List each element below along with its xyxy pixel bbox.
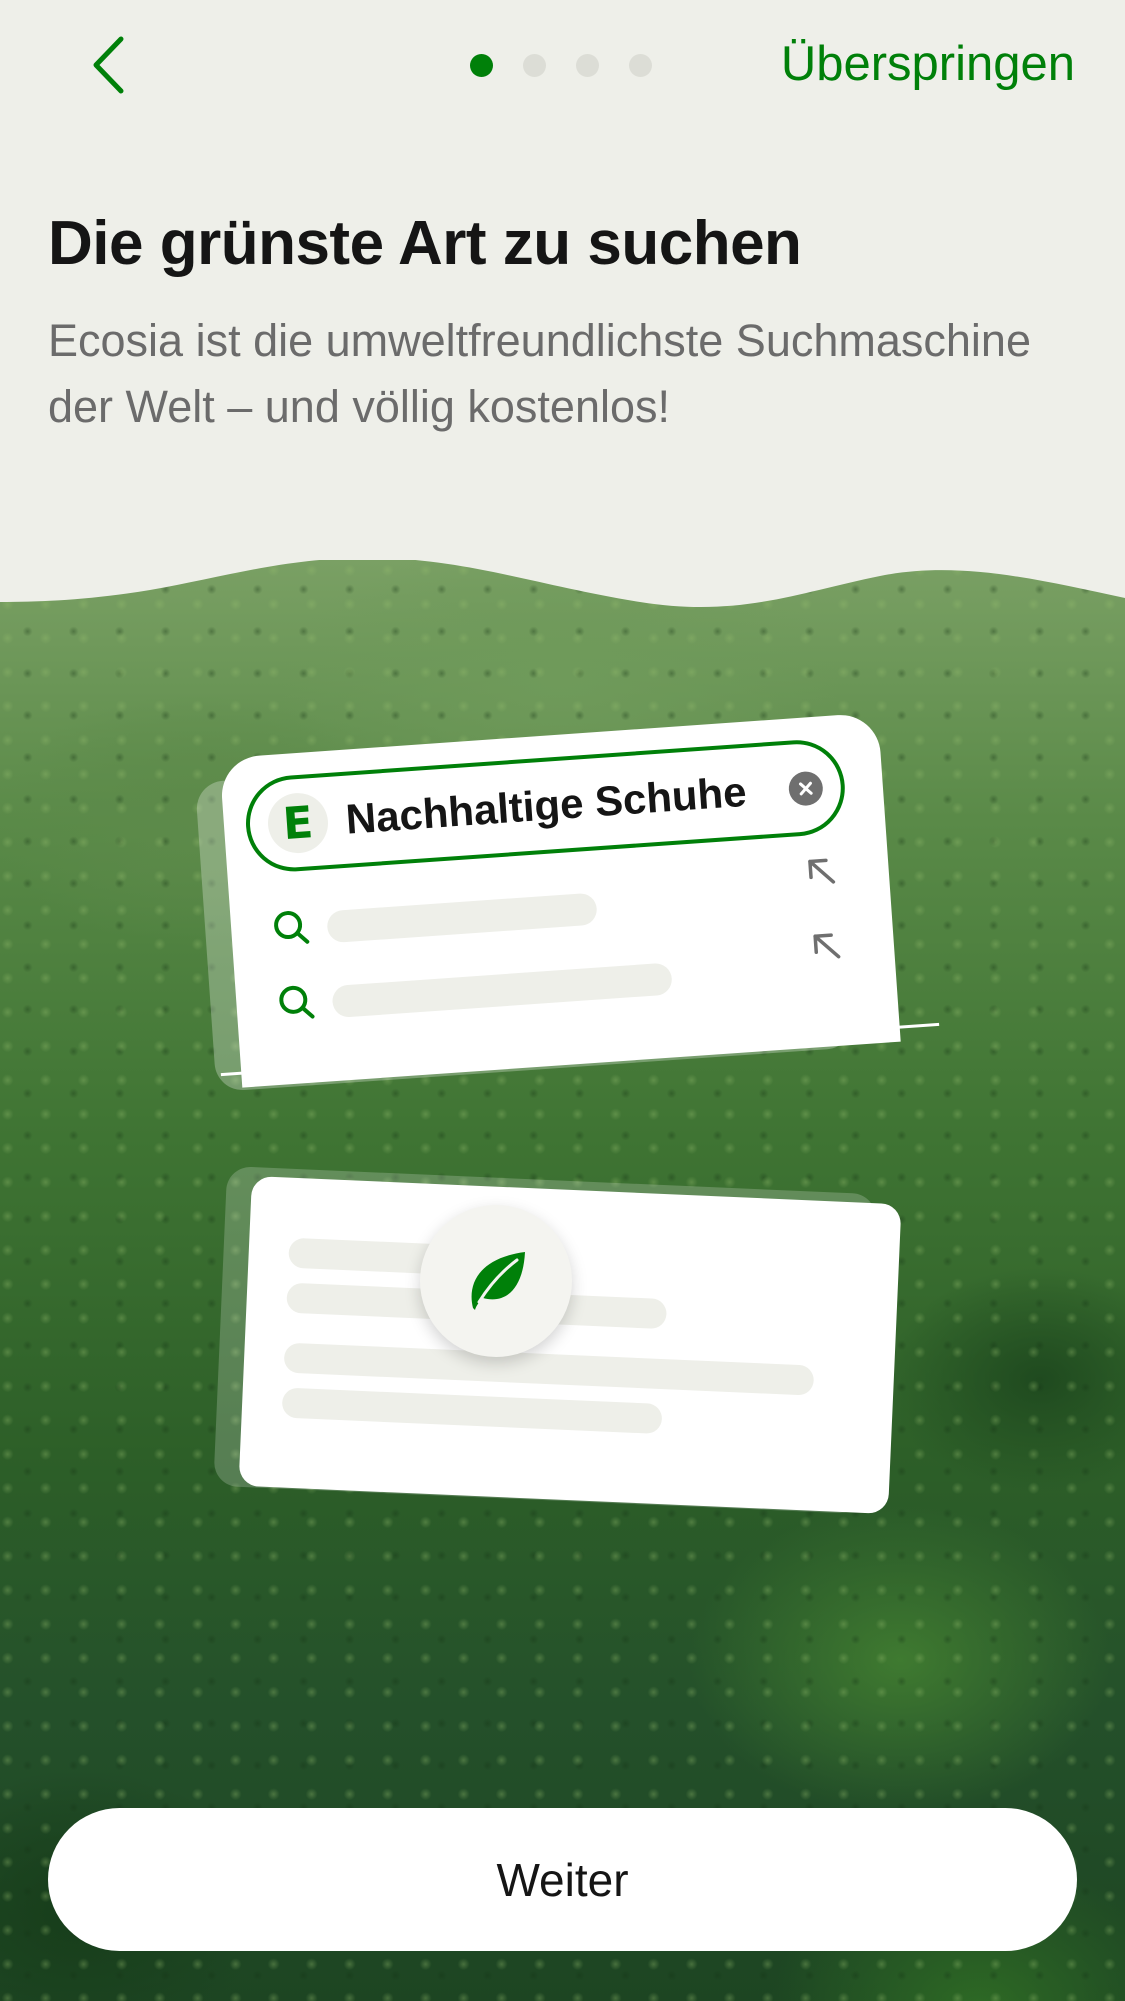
result-card-illustration (238, 1175, 902, 1515)
result-placeholder-bar (283, 1342, 815, 1396)
search-bar-illustration: E Nachhaltige Schuhe (242, 736, 849, 875)
page-indicator (470, 54, 652, 77)
continue-button[interactable]: Weiter (48, 1808, 1077, 1951)
clear-icon (787, 770, 824, 807)
page-subtitle: Ecosia ist die umweltfreundlichste Suchm… (48, 315, 1031, 432)
leaf-icon (471, 1252, 525, 1310)
suggestion-placeholder-bar (331, 962, 673, 1019)
page-dot-active (470, 54, 493, 77)
skip-button[interactable]: Überspringen (781, 36, 1075, 92)
search-icon (274, 911, 310, 944)
arrow-up-left-icon (813, 933, 841, 959)
search-query-text: Nachhaltige Schuhe (344, 767, 748, 843)
page-dot (523, 54, 546, 77)
suggestion-placeholder-bar (326, 892, 598, 944)
page-title: Die grünste Art zu suchen (48, 209, 802, 278)
search-card-illustration: E Nachhaltige Schuhe (219, 712, 901, 1088)
page-dot (629, 54, 652, 77)
search-icon (279, 985, 315, 1019)
result-placeholder-bar (281, 1387, 663, 1435)
onboarding-screen: Überspringen Die grünste Art zu suchen E… (0, 0, 1125, 2001)
page-dot (576, 54, 599, 77)
back-button[interactable] (78, 30, 138, 100)
wave-divider (0, 540, 1125, 608)
ecosia-logo: E (265, 791, 331, 856)
leaf-badge (420, 1205, 572, 1357)
arrow-up-left-icon (808, 858, 836, 884)
chevron-left-icon (93, 36, 124, 94)
suggestion-row (270, 858, 842, 956)
suggestion-row (275, 933, 847, 1030)
